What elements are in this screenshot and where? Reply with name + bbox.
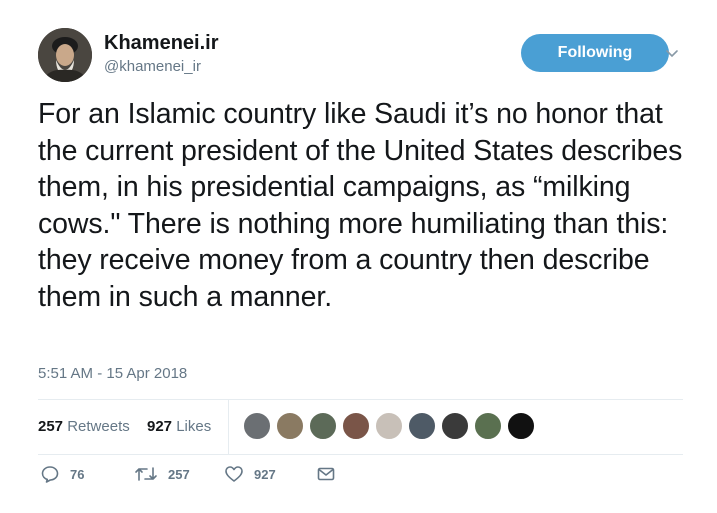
avatar-image — [38, 28, 92, 82]
retweets-label: Retweets — [67, 418, 130, 435]
liker-avatar[interactable] — [375, 412, 403, 440]
following-button[interactable]: Following — [521, 34, 669, 72]
like-count: 927 — [254, 466, 276, 482]
tweet-header: Khamenei.ir @khamenei_ir Following — [0, 0, 717, 100]
retweet-icon — [135, 467, 157, 481]
liker-avatar[interactable] — [441, 412, 469, 440]
user-handle[interactable]: @khamenei_ir — [104, 58, 201, 75]
retweets-stat[interactable]: 257 Retweets — [38, 418, 130, 435]
liker-avatar[interactable] — [507, 412, 535, 440]
reply-count: 76 — [70, 466, 85, 482]
likes-count: 927 — [147, 418, 173, 435]
liker-avatar[interactable] — [408, 412, 436, 440]
liker-avatar[interactable] — [342, 412, 370, 440]
avatar[interactable] — [38, 28, 92, 82]
liker-avatar[interactable] — [243, 412, 271, 440]
likes-stat[interactable]: 927 Likes — [147, 418, 211, 435]
liker-avatar[interactable] — [276, 412, 304, 440]
chevron-down-icon[interactable] — [664, 46, 680, 62]
heart-icon — [225, 466, 243, 482]
liker-avatar[interactable] — [474, 412, 502, 440]
likes-label: Likes — [176, 418, 212, 435]
reply-icon — [41, 466, 59, 483]
retweet-count: 257 — [168, 466, 190, 482]
tweet-actions: 76 257 927 — [38, 462, 438, 492]
liker-avatar[interactable] — [309, 412, 337, 440]
direct-message-button[interactable] — [316, 464, 336, 484]
retweet-button[interactable]: 257 — [134, 464, 190, 484]
envelope-icon — [317, 467, 335, 481]
divider — [38, 454, 683, 455]
display-name[interactable]: Khamenei.ir — [104, 32, 218, 55]
reply-button[interactable]: 76 — [40, 464, 84, 484]
engagement-stats: 257 Retweets 927 Likes — [38, 400, 683, 454]
tweet-timestamp[interactable]: 5:51 AM - 15 Apr 2018 — [38, 365, 187, 382]
tweet-text: For an Islamic country like Saudi it’s n… — [38, 98, 683, 313]
like-button[interactable]: 927 — [224, 464, 276, 484]
stats-separator — [228, 400, 229, 454]
retweets-count: 257 — [38, 418, 64, 435]
